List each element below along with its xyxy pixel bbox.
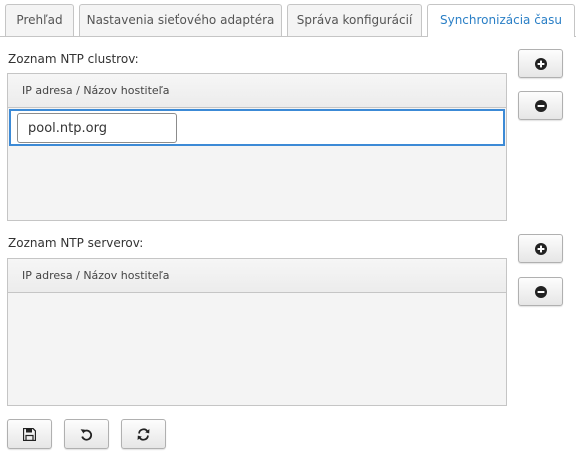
tab-network-adapter-settings[interactable]: Nastavenia sieťového adaptéra <box>79 4 282 36</box>
ntp-clusters-label: Zoznam NTP clustrov: <box>8 52 139 66</box>
refresh-button[interactable] <box>121 419 166 449</box>
add-server-button[interactable] <box>518 234 563 263</box>
plus-circle-icon <box>534 57 547 70</box>
remove-cluster-button[interactable] <box>518 91 563 120</box>
tab-configuration-management[interactable]: Správa konfigurácií <box>287 4 422 36</box>
revert-button[interactable] <box>64 419 109 449</box>
ntp-clusters-column-header[interactable]: IP adresa / Názov hostiteľa <box>8 74 506 108</box>
ntp-clusters-grid: IP adresa / Názov hostiteľa <box>7 73 507 221</box>
save-button[interactable] <box>7 419 52 449</box>
tab-overview[interactable]: Prehľad <box>5 4 74 36</box>
refresh-icon <box>137 427 150 441</box>
remove-server-button[interactable] <box>518 277 563 306</box>
ntp-cluster-host-input[interactable] <box>17 113 177 143</box>
undo-icon <box>80 428 93 441</box>
ntp-servers-label: Zoznam NTP serverov: <box>8 236 144 250</box>
add-cluster-button[interactable] <box>518 49 563 78</box>
minus-circle-icon <box>534 285 547 298</box>
floppy-disk-icon <box>23 427 36 441</box>
tab-time-synchronization[interactable]: Synchronizácia času <box>427 4 575 37</box>
ntp-servers-grid: IP adresa / Názov hostiteľa <box>7 258 507 406</box>
ntp-servers-column-header[interactable]: IP adresa / Názov hostiteľa <box>8 259 506 293</box>
minus-circle-icon <box>534 99 547 112</box>
plus-circle-icon <box>534 242 547 255</box>
tab-bar: Prehľad Nastavenia sieťového adaptéra Sp… <box>0 0 576 37</box>
ntp-clusters-edit-row[interactable] <box>9 109 505 146</box>
